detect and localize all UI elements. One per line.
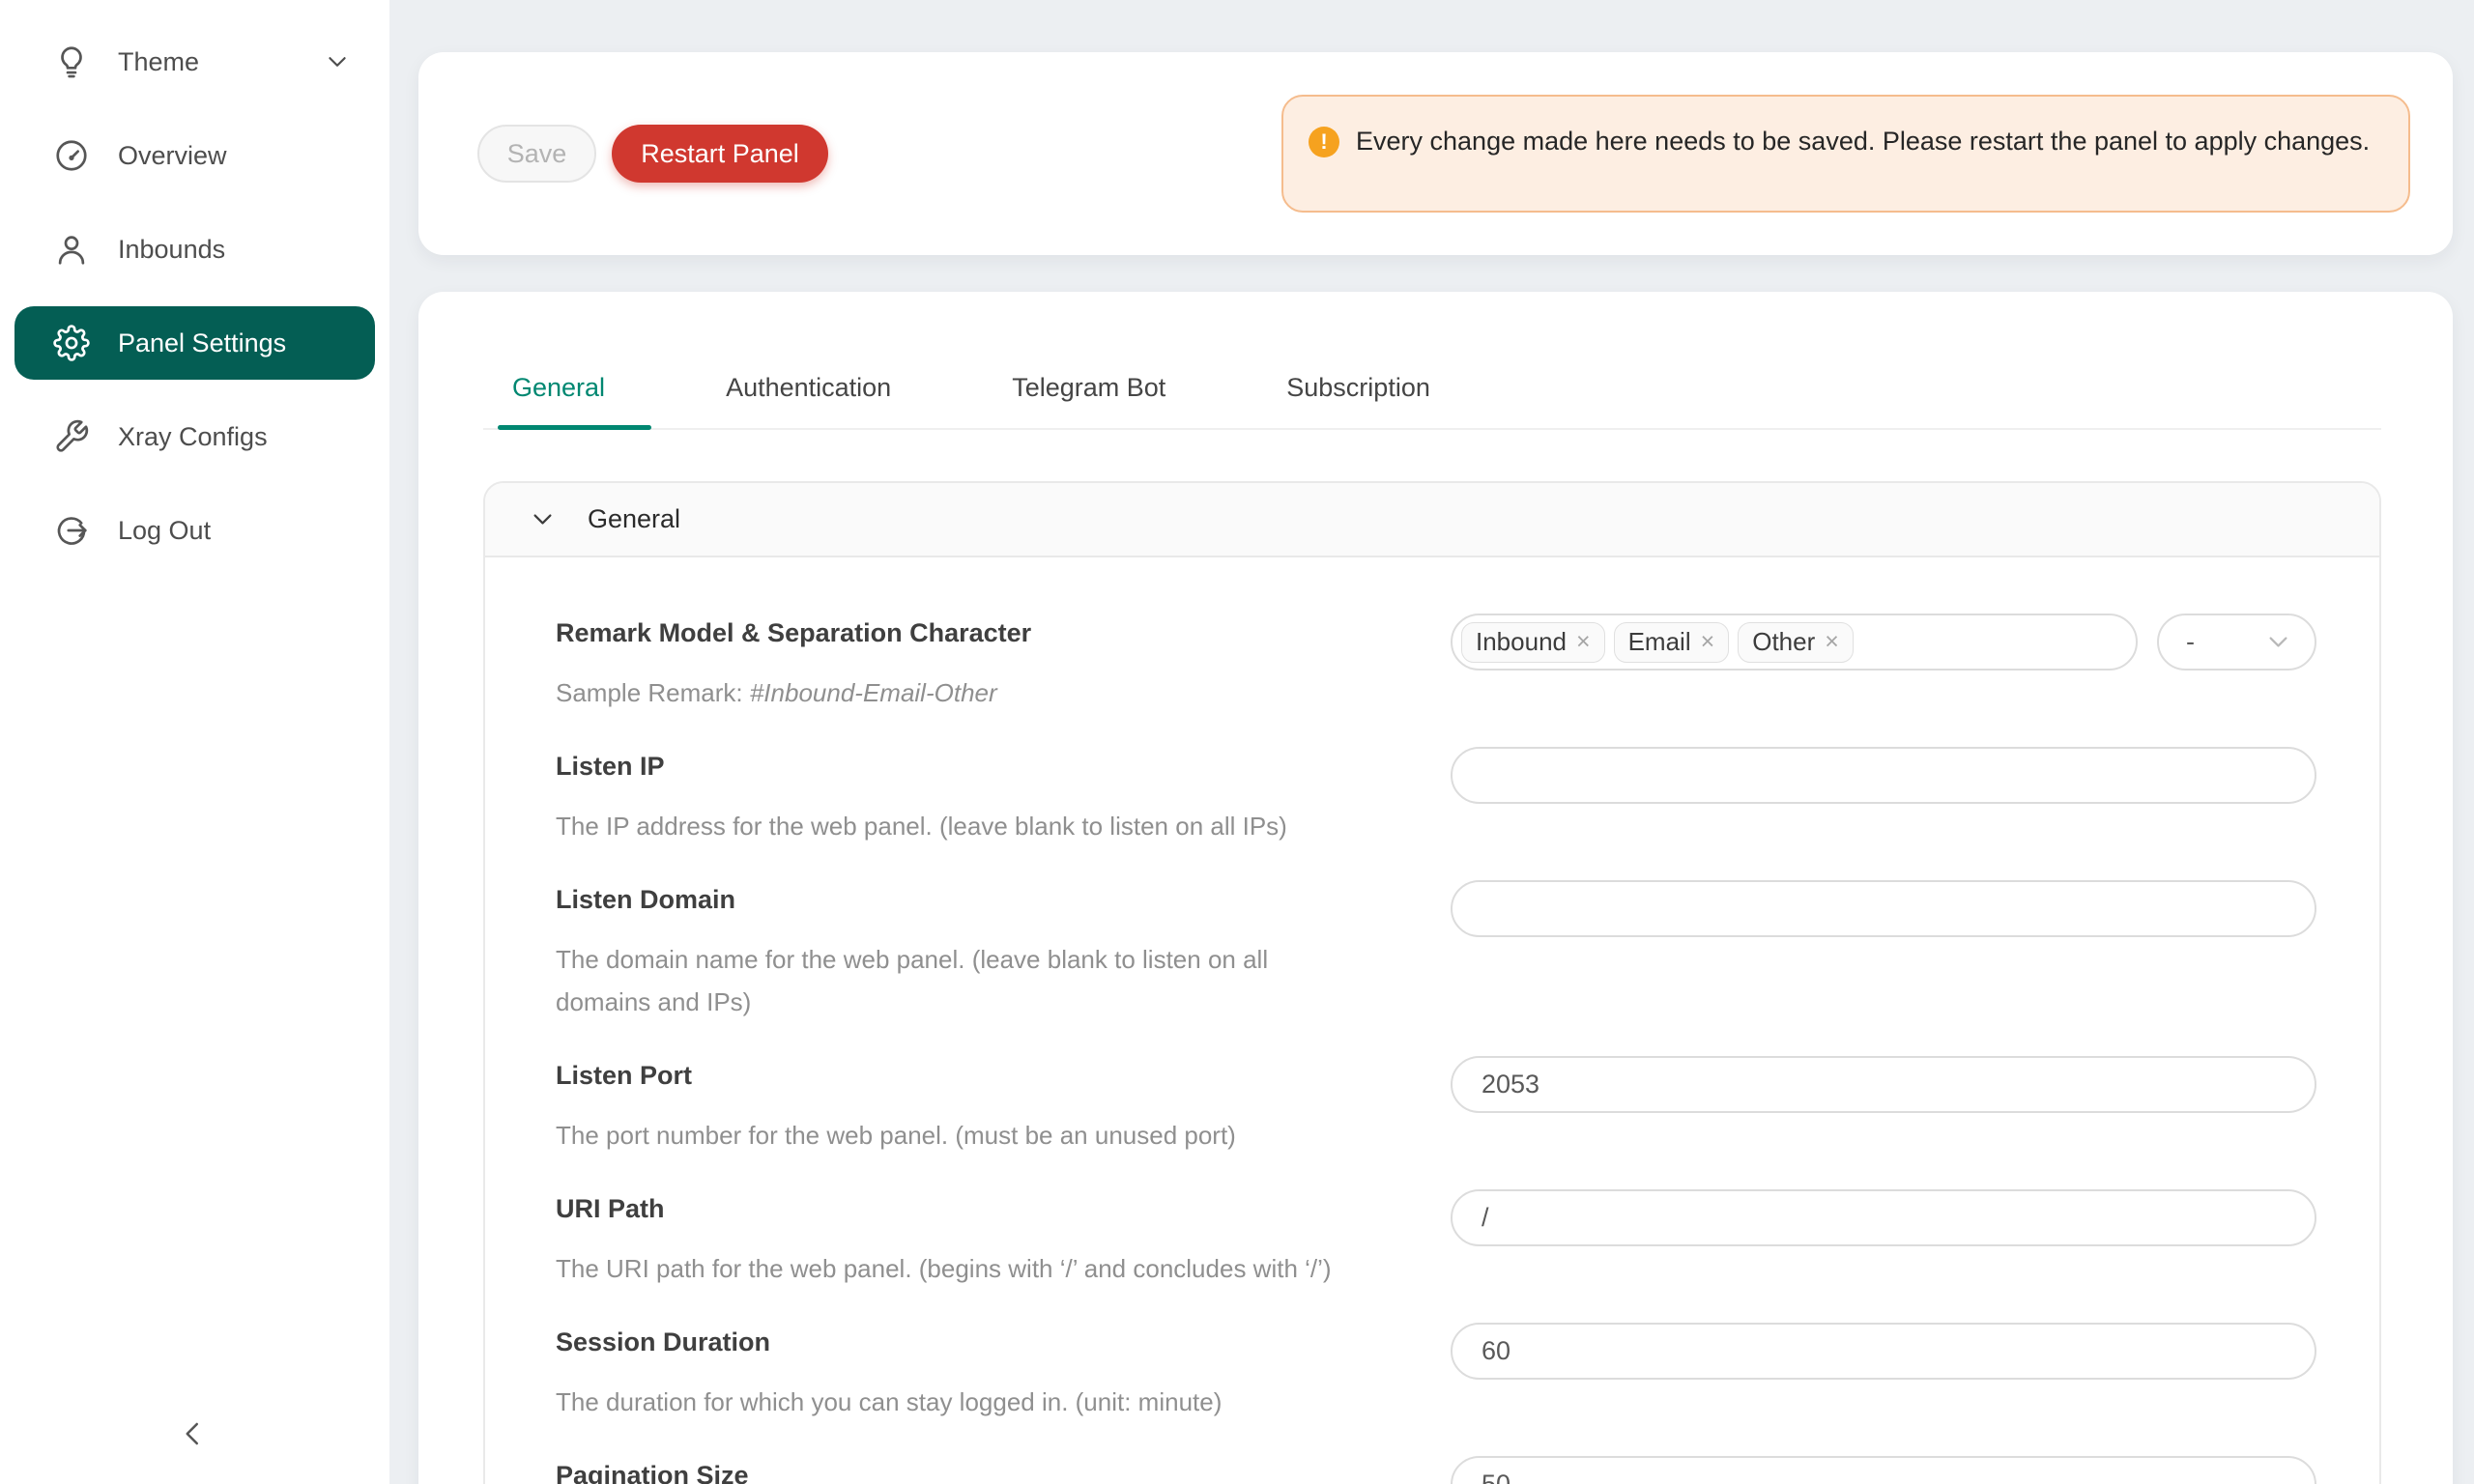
remark-model-tags-input[interactable]: Inbound×Email×Other× [1451, 614, 2138, 671]
sidebar-item-label: Theme [118, 47, 199, 77]
sample-remark-value: #Inbound-Email-Other [750, 678, 997, 707]
field-row-remark-model-separation-character: Remark Model & Separation Character Sampl… [556, 614, 2316, 714]
section-title: General [588, 504, 680, 534]
selected-separator: - [2186, 627, 2195, 657]
user-icon [53, 231, 90, 268]
chevron-down-icon [530, 506, 556, 532]
remove-tag-icon[interactable]: × [1825, 630, 1839, 654]
tabs: General Authentication Telegram Bot Subscri… [512, 373, 2381, 428]
lightbulb-icon [53, 43, 90, 80]
warning-icon: ! [1309, 127, 1339, 157]
restart-warning-alert: ! Every change made here needs to be sav… [1281, 95, 2410, 213]
sidebar-item-xray-configs[interactable]: Xray Configs [14, 400, 375, 473]
wrench-icon [53, 418, 90, 455]
field-row-listen-domain: Listen Domain The domain name for the web… [556, 880, 2316, 1023]
gear-icon [53, 325, 90, 361]
logout-icon [53, 512, 90, 549]
field-info: URI Path The URI path for the web panel. … [556, 1189, 1451, 1290]
field-info: Pagination Size [556, 1456, 1451, 1484]
session-duration-input[interactable] [1451, 1323, 2316, 1380]
sidebar-collapse-button[interactable] [166, 1409, 220, 1463]
restart-panel-button[interactable]: Restart Panel [612, 125, 828, 183]
chevron-down-icon [325, 49, 350, 74]
tab-general[interactable]: General [512, 373, 605, 428]
field-control [1451, 1456, 2316, 1484]
listen-domain-input[interactable] [1451, 880, 2316, 937]
dashboard-icon [53, 137, 90, 174]
field-label: Remark Model & Separation Character [556, 614, 1402, 652]
field-row-pagination-size: Pagination Size [556, 1456, 2316, 1484]
sidebar-item-panel-settings[interactable]: Panel Settings [14, 306, 375, 380]
field-info: Remark Model & Separation Character Sampl… [556, 614, 1451, 714]
sidebar-item-label: Inbounds [118, 235, 225, 265]
separation-character-select[interactable]: - [2157, 614, 2316, 671]
field-row-listen-ip: Listen IP The IP address for the web pane… [556, 747, 2316, 847]
field-description: The port number for the web panel. (must… [556, 1114, 1367, 1156]
alert-text: Every change made here needs to be saved… [1356, 120, 2370, 162]
field-row-uri-path: URI Path The URI path for the web panel. … [556, 1189, 2316, 1290]
field-description: The domain name for the web panel. (leav… [556, 938, 1367, 1023]
sidebar: Theme Overview Inbounds Panel Settings Xray … [0, 0, 389, 1484]
general-collapse-header[interactable]: General [485, 483, 2379, 557]
field-control [1451, 880, 2316, 937]
settings-card: General Authentication Telegram Bot Subscri… [418, 292, 2453, 1484]
tabs-bar: General Authentication Telegram Bot Subscri… [483, 373, 2381, 430]
field-description: The URI path for the web panel. (begins … [556, 1247, 1367, 1290]
field-label: Listen Port [556, 1056, 1402, 1095]
uri-path-input[interactable] [1451, 1189, 2316, 1246]
field-description: The IP address for the web panel. (leave… [556, 805, 1367, 847]
chevron-left-icon [179, 1419, 208, 1453]
tag-inbound: Inbound× [1461, 622, 1605, 663]
remove-tag-icon[interactable]: × [1701, 630, 1715, 654]
field-row-session-duration: Session Duration The duration for which y… [556, 1323, 2316, 1423]
sidebar-item-overview[interactable]: Overview [14, 119, 375, 192]
tab-authentication[interactable]: Authentication [726, 373, 891, 428]
field-info: Listen Port The port number for the web p… [556, 1056, 1451, 1156]
field-description: The duration for which you can stay logg… [556, 1381, 1367, 1423]
field-label: Session Duration [556, 1323, 1402, 1361]
field-description: Sample Remark: #Inbound-Email-Other [556, 671, 1367, 714]
general-collapse-panel: General Remark Model & Separation Charac… [483, 481, 2381, 1484]
sidebar-item-label: Overview [118, 141, 227, 171]
sidebar-item-label: Log Out [118, 516, 211, 546]
sidebar-item-inbounds[interactable]: Inbounds [14, 213, 375, 286]
field-info: Listen Domain The domain name for the web… [556, 880, 1451, 1023]
tab-telegram-bot[interactable]: Telegram Bot [1012, 373, 1165, 428]
field-info: Listen IP The IP address for the web pane… [556, 747, 1451, 847]
pagination-size-input[interactable] [1451, 1456, 2316, 1484]
field-label: URI Path [556, 1189, 1402, 1228]
field-control [1451, 1189, 2316, 1246]
field-label: Listen Domain [556, 880, 1402, 919]
field-info: Session Duration The duration for which y… [556, 1323, 1451, 1423]
main-column: Save Restart Panel ! Every change made h… [389, 0, 2474, 1484]
tab-subscription[interactable]: Subscription [1286, 373, 1430, 428]
sidebar-item-log-out[interactable]: Log Out [14, 494, 375, 567]
tag-other: Other× [1738, 622, 1854, 663]
listen-ip-input[interactable] [1451, 747, 2316, 804]
field-control [1451, 1323, 2316, 1380]
tag-email: Email× [1614, 622, 1730, 663]
listen-port-input[interactable] [1451, 1056, 2316, 1113]
field-label: Listen IP [556, 747, 1402, 785]
chevron-down-icon [2265, 629, 2291, 655]
field-control: Inbound×Email×Other× - [1451, 614, 2316, 671]
field-label: Pagination Size [556, 1456, 1402, 1484]
save-button[interactable]: Save [477, 125, 596, 183]
sidebar-item-label: Xray Configs [118, 422, 268, 452]
remove-tag-icon[interactable]: × [1576, 630, 1591, 654]
toolbar-card: Save Restart Panel ! Every change made h… [418, 52, 2453, 255]
sidebar-nav: Theme Overview Inbounds Panel Settings Xray … [0, 25, 389, 567]
app-root: Theme Overview Inbounds Panel Settings Xray … [0, 0, 2474, 1484]
field-row-listen-port: Listen Port The port number for the web p… [556, 1056, 2316, 1156]
field-control [1451, 1056, 2316, 1113]
general-section-body: Remark Model & Separation Character Sampl… [485, 557, 2379, 1484]
field-control [1451, 747, 2316, 804]
sidebar-item-theme[interactable]: Theme [14, 25, 375, 99]
sidebar-item-label: Panel Settings [118, 328, 286, 358]
